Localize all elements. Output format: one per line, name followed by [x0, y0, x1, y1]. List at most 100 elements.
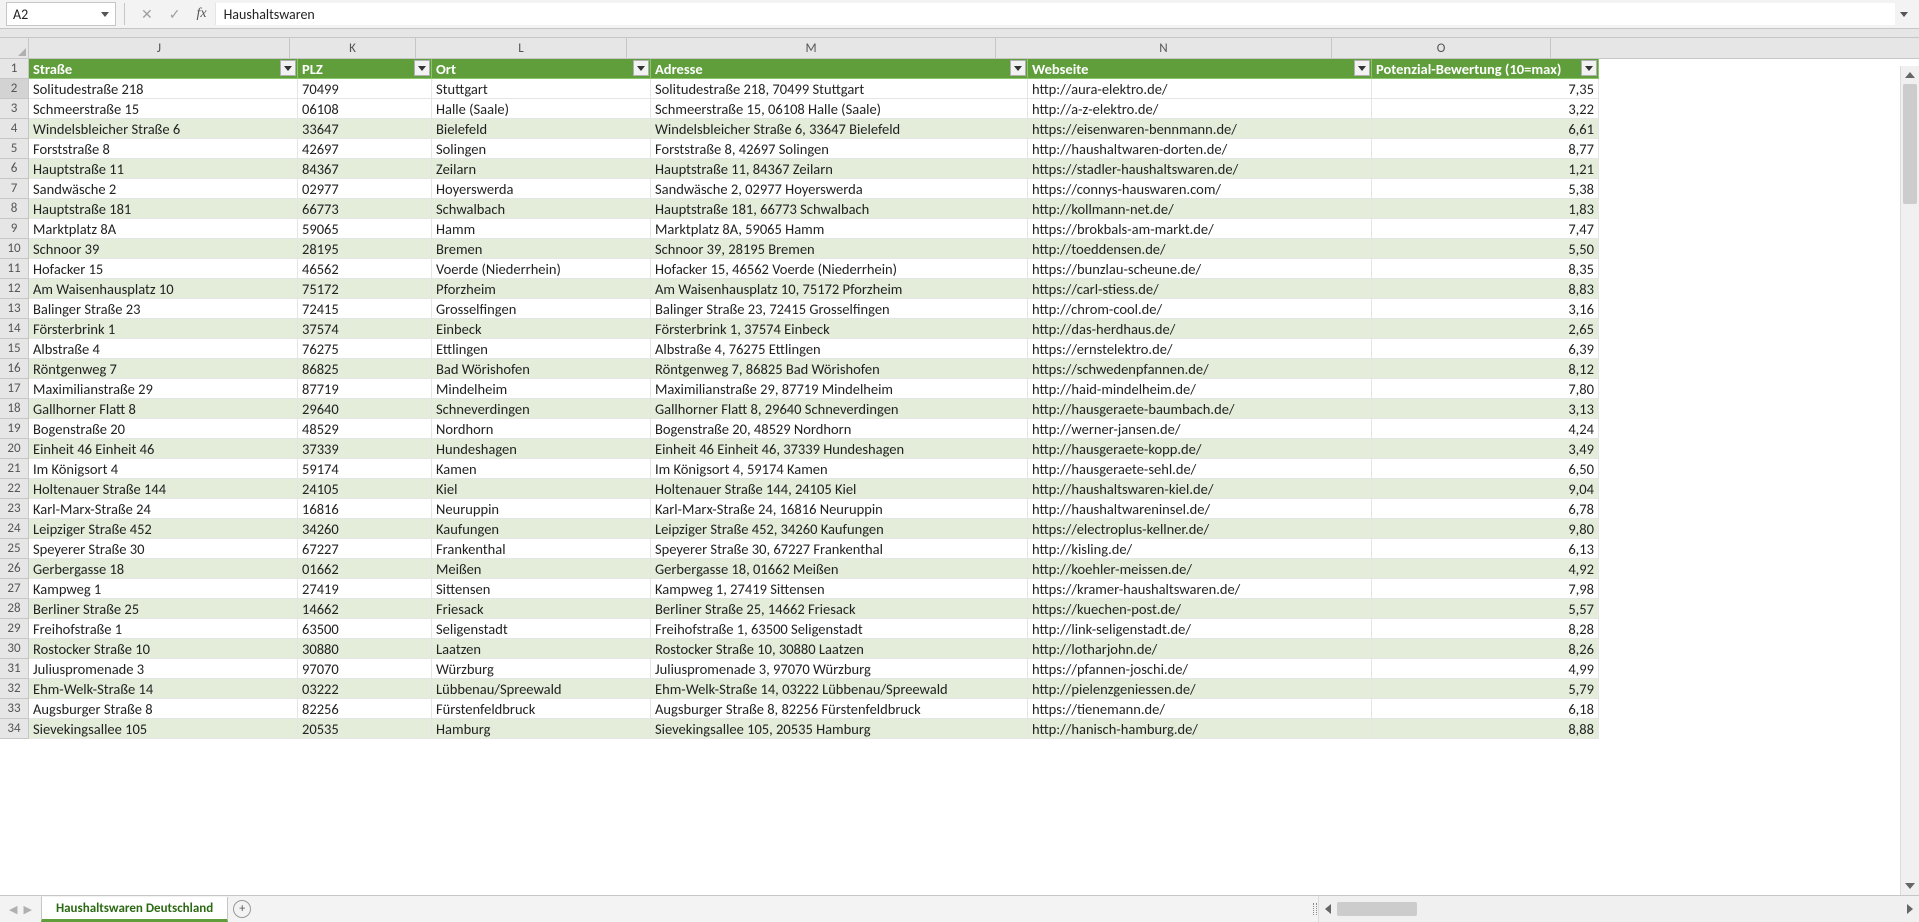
cell-potenzial[interactable]: 3,22: [1372, 99, 1599, 119]
cell-ort[interactable]: Fürstenfeldbruck: [432, 699, 651, 719]
cell-ort[interactable]: Zeilarn: [432, 159, 651, 179]
scroll-right-button[interactable]: [1901, 896, 1919, 922]
cell-webseite[interactable]: http://werner-jansen.de/: [1028, 419, 1372, 439]
cell-plz[interactable]: 76275: [298, 339, 432, 359]
vertical-scrollbar[interactable]: [1900, 66, 1919, 895]
cell-ort[interactable]: Solingen: [432, 139, 651, 159]
cell-ort[interactable]: Grosselfingen: [432, 299, 651, 319]
cell-ort[interactable]: Meißen: [432, 559, 651, 579]
cell-adresse[interactable]: Hauptstraße 181, 66773 Schwalbach: [651, 199, 1028, 219]
row-header[interactable]: 22: [0, 479, 29, 499]
cell-strasse[interactable]: Gallhorner Flatt 8: [29, 399, 298, 419]
cell-strasse[interactable]: Speyerer Straße 30: [29, 539, 298, 559]
row-header[interactable]: 30: [0, 639, 29, 659]
scroll-track[interactable]: [1901, 84, 1919, 877]
cell-plz[interactable]: 82256: [298, 699, 432, 719]
cell-strasse[interactable]: Rostocker Straße 10: [29, 639, 298, 659]
cell-adresse[interactable]: Leipziger Straße 452, 34260 Kaufungen: [651, 519, 1028, 539]
cell-plz[interactable]: 24105: [298, 479, 432, 499]
filter-button[interactable]: [414, 60, 430, 76]
cell-ort[interactable]: Laatzen: [432, 639, 651, 659]
formula-input[interactable]: Haushaltswaren: [215, 3, 1895, 25]
scroll-up-button[interactable]: [1901, 66, 1919, 84]
row-header[interactable]: 16: [0, 359, 29, 379]
cell-plz[interactable]: 42697: [298, 139, 432, 159]
row-header[interactable]: 5: [0, 139, 29, 159]
cell-webseite[interactable]: http://haid-mindelheim.de/: [1028, 379, 1372, 399]
horizontal-scrollbar[interactable]: [1318, 896, 1919, 922]
cell-webseite[interactable]: http://toeddensen.de/: [1028, 239, 1372, 259]
cell-plz[interactable]: 37339: [298, 439, 432, 459]
cell-strasse[interactable]: Balinger Straße 23: [29, 299, 298, 319]
cell-potenzial[interactable]: 8,12: [1372, 359, 1599, 379]
cell-plz[interactable]: 03222: [298, 679, 432, 699]
cell-webseite[interactable]: https://eisenwaren-bennmann.de/: [1028, 119, 1372, 139]
cell-adresse[interactable]: Rostocker Straße 10, 30880 Laatzen: [651, 639, 1028, 659]
cell-plz[interactable]: 30880: [298, 639, 432, 659]
cell-ort[interactable]: Sittensen: [432, 579, 651, 599]
cell-ort[interactable]: Friesack: [432, 599, 651, 619]
cell-plz[interactable]: 75172: [298, 279, 432, 299]
cell-potenzial[interactable]: 7,47: [1372, 219, 1599, 239]
cell-adresse[interactable]: Am Waisenhausplatz 10, 75172 Pforzheim: [651, 279, 1028, 299]
cell-webseite[interactable]: http://aura-elektro.de/: [1028, 79, 1372, 99]
row-header[interactable]: 24: [0, 519, 29, 539]
row-header[interactable]: 20: [0, 439, 29, 459]
cell-potenzial[interactable]: 8,88: [1372, 719, 1599, 739]
cell-ort[interactable]: Mindelheim: [432, 379, 651, 399]
cell-plz[interactable]: 01662: [298, 559, 432, 579]
cell-webseite[interactable]: http://hausgeraete-baumbach.de/: [1028, 399, 1372, 419]
cell-potenzial[interactable]: 7,98: [1372, 579, 1599, 599]
cell-potenzial[interactable]: 5,38: [1372, 179, 1599, 199]
row-header[interactable]: 4: [0, 119, 29, 139]
cell-ort[interactable]: Hundeshagen: [432, 439, 651, 459]
filter-button[interactable]: [1581, 60, 1597, 76]
cell-potenzial[interactable]: 6,13: [1372, 539, 1599, 559]
add-sheet-button[interactable]: +: [228, 896, 256, 922]
row-header[interactable]: 3: [0, 99, 29, 119]
cell-potenzial[interactable]: 3,49: [1372, 439, 1599, 459]
cell-webseite[interactable]: http://kisling.de/: [1028, 539, 1372, 559]
cancel-icon[interactable]: ✕: [141, 6, 153, 23]
row-header[interactable]: 9: [0, 219, 29, 239]
cell-webseite[interactable]: https://kramer-haushaltswaren.de/: [1028, 579, 1372, 599]
cell-strasse[interactable]: Karl-Marx-Straße 24: [29, 499, 298, 519]
cell-potenzial[interactable]: 6,18: [1372, 699, 1599, 719]
cell-plz[interactable]: 84367: [298, 159, 432, 179]
row-header[interactable]: 21: [0, 459, 29, 479]
row-header[interactable]: 11: [0, 259, 29, 279]
cell-plz[interactable]: 59174: [298, 459, 432, 479]
row-header[interactable]: 14: [0, 319, 29, 339]
cell-plz[interactable]: 20535: [298, 719, 432, 739]
cell-plz[interactable]: 14662: [298, 599, 432, 619]
cell-ort[interactable]: Bad Wörishofen: [432, 359, 651, 379]
cell-webseite[interactable]: http://haushaltwaren-dorten.de/: [1028, 139, 1372, 159]
cell-strasse[interactable]: Am Waisenhausplatz 10: [29, 279, 298, 299]
cell-strasse[interactable]: Juliuspromenade 3: [29, 659, 298, 679]
cell-potenzial[interactable]: 2,65: [1372, 319, 1599, 339]
tab-last-icon[interactable]: ▶: [23, 903, 31, 916]
enter-icon[interactable]: ✓: [169, 6, 181, 23]
cell-adresse[interactable]: Augsburger Straße 8, 82256 Fürstenfeldbr…: [651, 699, 1028, 719]
cell-potenzial[interactable]: 3,16: [1372, 299, 1599, 319]
cell-ort[interactable]: Voerde (Niederrhein): [432, 259, 651, 279]
cell-ort[interactable]: Neuruppin: [432, 499, 651, 519]
cell-ort[interactable]: Pforzheim: [432, 279, 651, 299]
cell-webseite[interactable]: http://koehler-meissen.de/: [1028, 559, 1372, 579]
cell-adresse[interactable]: Hauptstraße 11, 84367 Zeilarn: [651, 159, 1028, 179]
cell-ort[interactable]: Frankenthal: [432, 539, 651, 559]
cell-plz[interactable]: 70499: [298, 79, 432, 99]
row-header[interactable]: 13: [0, 299, 29, 319]
cell-potenzial[interactable]: 8,35: [1372, 259, 1599, 279]
cell-adresse[interactable]: Schnoor 39, 28195 Bremen: [651, 239, 1028, 259]
expand-formula-bar[interactable]: [1895, 12, 1919, 17]
cell-potenzial[interactable]: 4,24: [1372, 419, 1599, 439]
cell-adresse[interactable]: Forststraße 8, 42697 Solingen: [651, 139, 1028, 159]
scroll-left-button[interactable]: [1319, 896, 1337, 922]
filter-button[interactable]: [1010, 60, 1026, 76]
cell-webseite[interactable]: https://tienemann.de/: [1028, 699, 1372, 719]
cell-potenzial[interactable]: 8,83: [1372, 279, 1599, 299]
cell-potenzial[interactable]: 1,21: [1372, 159, 1599, 179]
filter-button[interactable]: [633, 60, 649, 76]
cell-webseite[interactable]: https://schwedenpfannen.de/: [1028, 359, 1372, 379]
